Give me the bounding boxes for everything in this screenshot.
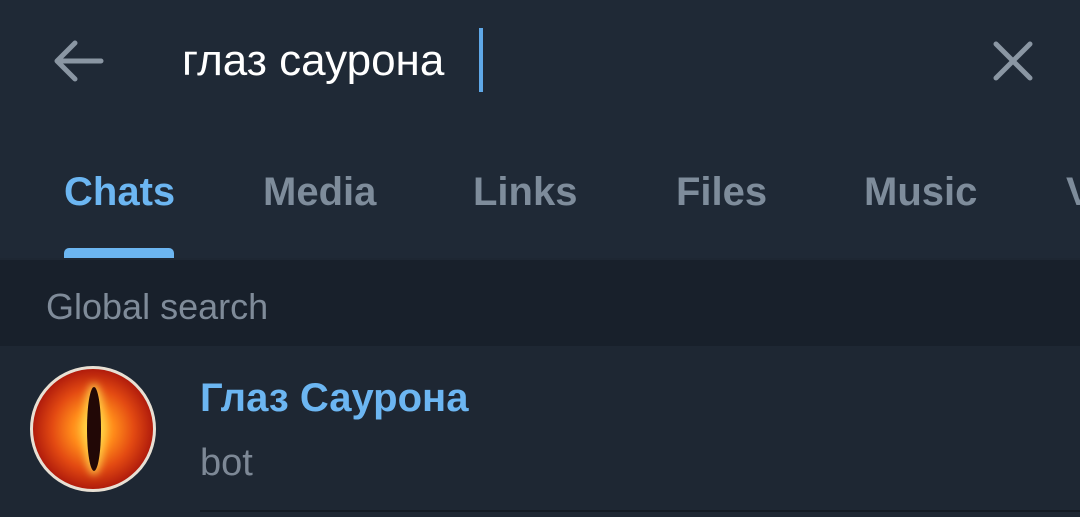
- tab-music[interactable]: Music: [864, 170, 977, 215]
- section-title: Global search: [46, 286, 269, 327]
- search-input[interactable]: [182, 31, 482, 91]
- eye-pupil-shape: [87, 387, 101, 471]
- search-box: [182, 26, 942, 96]
- active-tab-indicator: [64, 248, 174, 258]
- search-tabs: Chats Media Links Files Music V: [0, 150, 1080, 258]
- result-title: Глаз Саурона: [200, 376, 469, 420]
- arrow-left-icon: [54, 40, 104, 82]
- tab-voice[interactable]: V: [1066, 170, 1080, 215]
- tab-links[interactable]: Links: [473, 170, 577, 215]
- tab-media[interactable]: Media: [263, 170, 376, 215]
- result-subtitle: bot: [200, 442, 253, 484]
- divider: [200, 510, 1080, 512]
- top-bar: Chats Media Links Files Music V: [0, 0, 1080, 258]
- text-caret: [479, 28, 483, 92]
- search-result-item[interactable]: Глаз Саурона bot: [0, 346, 1080, 517]
- tab-chats[interactable]: Chats: [64, 170, 175, 215]
- back-button[interactable]: [44, 28, 114, 94]
- close-icon: [993, 41, 1033, 81]
- global-search-header: Global search: [0, 260, 1080, 346]
- tab-files[interactable]: Files: [676, 170, 767, 215]
- avatar: [30, 366, 156, 492]
- clear-search-button[interactable]: [980, 28, 1046, 94]
